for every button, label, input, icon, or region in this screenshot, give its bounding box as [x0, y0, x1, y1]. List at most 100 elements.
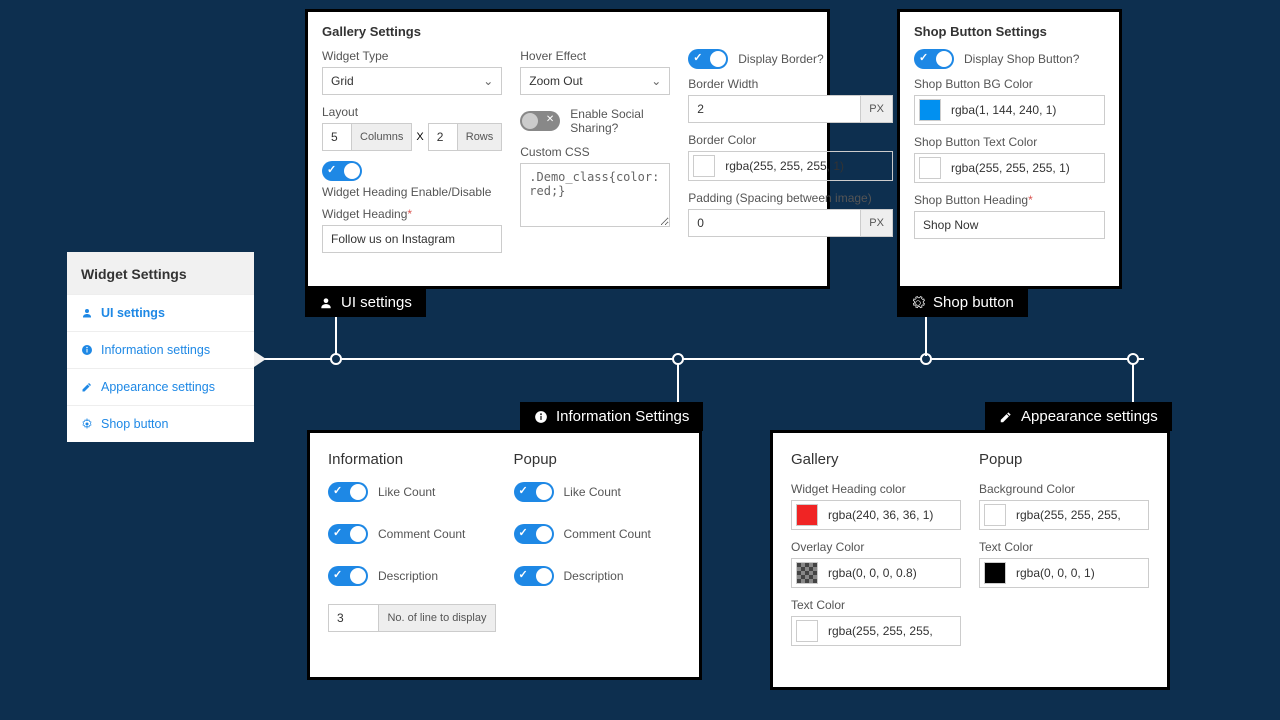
widget-type-select[interactable]: Grid ⌄: [322, 67, 502, 95]
widget-heading-label: Widget Heading*: [322, 207, 502, 221]
tag-label: Shop button: [933, 294, 1014, 311]
popup-like-label: Like Count: [564, 485, 621, 499]
info-desc-label: Description: [378, 569, 438, 583]
info-comment-label: Comment Count: [378, 527, 465, 541]
border-width-input[interactable]: [688, 95, 861, 123]
gear-icon: [911, 296, 925, 310]
gallery-text-color-value: rgba(255, 255, 255,: [822, 624, 939, 638]
popup-bg-label: Background Color: [979, 482, 1149, 496]
display-border-label: Display Border?: [738, 52, 823, 66]
sidebar-item-shop-button[interactable]: Shop button: [67, 405, 254, 442]
information-section-title: Information: [328, 451, 496, 468]
lines-input[interactable]: [328, 604, 379, 632]
rows-input[interactable]: [428, 123, 458, 151]
px-addon: PX: [861, 209, 893, 237]
social-sharing-toggle[interactable]: [520, 111, 560, 131]
border-color-input[interactable]: rgba(255, 255, 255, 1): [688, 151, 893, 181]
display-border-toggle[interactable]: [688, 49, 728, 69]
color-swatch: [984, 562, 1006, 584]
px-addon: PX: [861, 95, 893, 123]
panel-title: Shop Button Settings: [914, 24, 1105, 39]
hover-effect-label: Hover Effect: [520, 49, 670, 63]
overlay-color-label: Overlay Color: [791, 540, 961, 554]
popup-bg-input[interactable]: rgba(255, 255, 255,: [979, 500, 1149, 530]
popup-section-title: Popup: [514, 451, 682, 468]
display-shop-label: Display Shop Button?: [964, 52, 1079, 66]
sidebar-item-information-settings[interactable]: Information settings: [67, 331, 254, 368]
widget-heading-toggle-label: Widget Heading Enable/Disable: [322, 185, 491, 199]
shop-bg-input[interactable]: rgba(1, 144, 240, 1): [914, 95, 1105, 125]
tag-label: UI settings: [341, 294, 412, 311]
connector-vline: [925, 316, 927, 356]
popup-comment-label: Comment Count: [564, 527, 651, 541]
shop-text-label: Shop Button Text Color: [914, 135, 1105, 149]
connector-vline: [335, 315, 337, 355]
color-swatch: [693, 155, 715, 177]
widget-heading-input[interactable]: [322, 225, 502, 253]
hover-effect-value: Zoom Out: [529, 74, 582, 88]
sidebar-item-appearance-settings[interactable]: Appearance settings: [67, 368, 254, 405]
shop-text-input[interactable]: rgba(255, 255, 255, 1): [914, 153, 1105, 183]
overlay-color-input[interactable]: rgba(0, 0, 0, 0.8): [791, 558, 961, 588]
gallery-text-color-input[interactable]: rgba(255, 255, 255,: [791, 616, 961, 646]
lines-addon: No. of line to display: [379, 604, 495, 632]
color-swatch: [984, 504, 1006, 526]
border-width-label: Border Width: [688, 77, 893, 91]
user-icon: [81, 307, 93, 319]
connector-vline: [677, 363, 679, 403]
shop-bg-value: rgba(1, 144, 240, 1): [945, 103, 1062, 117]
widget-heading-toggle[interactable]: [322, 161, 362, 181]
columns-addon: Columns: [352, 123, 412, 151]
shop-button-tag: Shop button: [897, 288, 1028, 317]
popup-desc-toggle[interactable]: [514, 566, 554, 586]
chevron-down-icon: ⌄: [651, 74, 661, 88]
rows-addon: Rows: [458, 123, 503, 151]
info-desc-toggle[interactable]: [328, 566, 368, 586]
custom-css-textarea[interactable]: [520, 163, 670, 227]
panel-title: Gallery Settings: [322, 24, 813, 39]
layout-x: X: [412, 131, 427, 143]
custom-css-label: Custom CSS: [520, 145, 670, 159]
color-swatch: [919, 157, 941, 179]
display-shop-toggle[interactable]: [914, 49, 954, 69]
color-swatch: [919, 99, 941, 121]
info-icon: [81, 344, 93, 356]
popup-bg-value: rgba(255, 255, 255,: [1010, 508, 1127, 522]
gallery-section-title: Gallery: [791, 451, 961, 468]
user-icon: [319, 296, 333, 310]
layout-label: Layout: [322, 105, 502, 119]
widget-settings-sidebar: Widget Settings UI settings Information …: [67, 252, 254, 442]
heading-color-value: rgba(240, 36, 36, 1): [822, 508, 939, 522]
pencil-icon: [81, 381, 93, 393]
sidebar-item-label: Information settings: [101, 343, 210, 357]
popup-like-toggle[interactable]: [514, 482, 554, 502]
popup-appearance-title: Popup: [979, 451, 1149, 468]
social-sharing-label: Enable Social Sharing?: [570, 107, 670, 135]
shop-heading-input[interactable]: [914, 211, 1105, 239]
widget-type-value: Grid: [331, 74, 354, 88]
shop-button-panel: Shop Button Settings Display Shop Button…: [897, 9, 1122, 289]
heading-color-label: Widget Heading color: [791, 482, 961, 496]
padding-input[interactable]: [688, 209, 861, 237]
color-swatch: [796, 620, 818, 642]
popup-text-color-value: rgba(0, 0, 0, 1): [1010, 566, 1101, 580]
connector-vline: [1132, 363, 1134, 403]
sidebar-item-ui-settings[interactable]: UI settings: [67, 294, 254, 331]
connector-arrow: [254, 351, 266, 367]
border-color-value: rgba(255, 255, 255, 1): [719, 159, 850, 173]
columns-input[interactable]: [322, 123, 352, 151]
color-swatch: [796, 562, 818, 584]
sidebar-title: Widget Settings: [67, 252, 254, 294]
appearance-settings-tag: Appearance settings: [985, 402, 1172, 431]
info-icon: [534, 410, 548, 424]
popup-desc-label: Description: [564, 569, 624, 583]
sidebar-item-label: Shop button: [101, 417, 168, 431]
popup-comment-toggle[interactable]: [514, 524, 554, 544]
info-comment-toggle[interactable]: [328, 524, 368, 544]
popup-text-color-input[interactable]: rgba(0, 0, 0, 1): [979, 558, 1149, 588]
heading-color-input[interactable]: rgba(240, 36, 36, 1): [791, 500, 961, 530]
widget-type-label: Widget Type: [322, 49, 502, 63]
hover-effect-select[interactable]: Zoom Out ⌄: [520, 67, 670, 95]
info-like-toggle[interactable]: [328, 482, 368, 502]
gallery-settings-panel: Gallery Settings Widget Type Grid ⌄ Layo…: [305, 9, 830, 289]
